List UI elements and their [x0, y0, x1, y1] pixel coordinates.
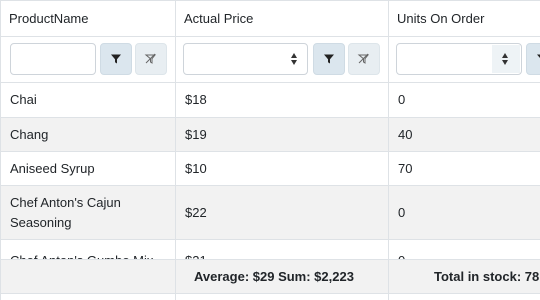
- header-actual-price[interactable]: Actual Price: [176, 0, 388, 37]
- units-on-order-filter-button[interactable]: [526, 43, 540, 75]
- cell-product-name: Chai: [10, 92, 37, 107]
- arrow-down-icon[interactable]: [502, 60, 508, 65]
- stock-summary: Total in stock: 78: [434, 269, 540, 284]
- header-product-name[interactable]: ProductName: [1, 0, 175, 37]
- cell-units-on-order: 0: [398, 251, 540, 259]
- cell-actual-price: $18: [185, 92, 207, 107]
- cell-actual-price: $19: [185, 126, 207, 142]
- data-grid: ProductName Chai Chang Aniseed Syrup Che…: [0, 0, 540, 300]
- column-units-on-order: Units On Order 0 40 70 0 0 Total in stoc…: [388, 0, 540, 300]
- cell-actual-price: $21: [185, 251, 382, 259]
- table-row[interactable]: Aniseed Syrup: [1, 152, 175, 186]
- cell-product-name: Chef Anton's Gumbo Mix: [10, 251, 169, 259]
- table-row[interactable]: $18: [176, 83, 388, 118]
- table-row[interactable]: $21: [176, 240, 388, 259]
- header-units-on-order[interactable]: Units On Order: [389, 0, 540, 37]
- cell-actual-price: $22: [185, 204, 207, 220]
- table-row[interactable]: Chai: [1, 83, 175, 118]
- actual-price-filter-input[interactable]: [183, 43, 308, 75]
- cell-product-name: Chang: [10, 126, 49, 142]
- table-row[interactable]: $22: [176, 186, 388, 240]
- cell-units-on-order: 70: [398, 160, 413, 176]
- units-spinner[interactable]: [492, 45, 520, 73]
- cell-units-on-order: 40: [398, 126, 413, 142]
- footer-actual-price: Average: $29 Sum: $2,223: [176, 259, 388, 294]
- units-on-order-filter-input[interactable]: [396, 43, 522, 75]
- table-row[interactable]: 0: [389, 186, 540, 240]
- price-summary: Average: $29 Sum: $2,223: [194, 269, 354, 284]
- filter-row-units-on-order: [389, 37, 540, 83]
- filter-icon: [537, 54, 540, 59]
- arrow-up-icon[interactable]: [502, 53, 508, 58]
- clear-filter-icon: [144, 53, 157, 64]
- arrow-up-icon[interactable]: [291, 53, 297, 58]
- cell-product-name: Chef Anton's Cajun Seasoning: [10, 194, 121, 230]
- column-actual-price: Actual Price $18 $19 $10 $22 $21 Average…: [175, 0, 388, 300]
- table-row[interactable]: 70: [389, 152, 540, 186]
- column-product-name: ProductName Chai Chang Aniseed Syrup Che…: [0, 0, 175, 300]
- table-row[interactable]: Chef Anton's Gumbo Mix: [1, 240, 175, 259]
- footer-units-on-order: Total in stock: 78: [389, 259, 540, 294]
- actual-price-clear-filter-button[interactable]: [348, 43, 380, 75]
- product-name-filter-input[interactable]: [10, 43, 96, 75]
- filter-row-product-name: [1, 37, 175, 83]
- table-row[interactable]: 0: [389, 83, 540, 118]
- filter-icon: [324, 54, 334, 64]
- actual-price-filter-button[interactable]: [313, 43, 345, 75]
- clear-filter-icon: [357, 53, 370, 64]
- product-name-clear-filter-button[interactable]: [135, 43, 167, 75]
- price-spinner[interactable]: [284, 45, 306, 73]
- product-name-filter-button[interactable]: [100, 43, 132, 75]
- arrow-down-icon[interactable]: [291, 60, 297, 65]
- cell-actual-price: $10: [185, 160, 207, 176]
- table-row[interactable]: Chef Anton's Cajun Seasoning: [1, 186, 175, 240]
- cell-product-name: Aniseed Syrup: [10, 160, 95, 176]
- table-row[interactable]: Chang: [1, 118, 175, 152]
- table-row[interactable]: 0: [389, 240, 540, 259]
- cell-units-on-order: 0: [398, 92, 406, 107]
- footer-product-name: [1, 259, 175, 294]
- cell-units-on-order: 0: [398, 204, 406, 220]
- table-row[interactable]: $19: [176, 118, 388, 152]
- table-row[interactable]: 40: [389, 118, 540, 152]
- filter-row-actual-price: [176, 37, 388, 83]
- filter-icon: [111, 54, 121, 64]
- table-row[interactable]: $10: [176, 152, 388, 186]
